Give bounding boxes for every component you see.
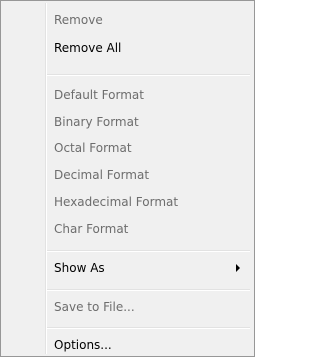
- menu-separator: [47, 250, 250, 252]
- menu-item-remove: Remove: [54, 13, 103, 27]
- menu-item-char-format: Char Format: [54, 222, 129, 236]
- menu-item-octal-format: Octal Format: [54, 141, 132, 155]
- menu-icon-gutter-divider: [45, 3, 47, 354]
- menu-item-binary-format: Binary Format: [54, 115, 139, 129]
- menu-item-remove-all[interactable]: Remove All: [54, 37, 121, 59]
- menu-item-decimal-format: Decimal Format: [54, 168, 150, 182]
- menu-item-hexadecimal-format: Hexadecimal Format: [54, 195, 179, 209]
- menu-separator: [47, 289, 250, 291]
- menu-item-options[interactable]: Options...: [54, 334, 112, 356]
- menu-separator: [47, 327, 250, 329]
- context-menu: Remove Remove All Default Format Binary …: [0, 0, 255, 357]
- menu-separator: [47, 74, 250, 76]
- menu-item-default-format: Default Format: [54, 88, 144, 102]
- menu-item-save-to-file: Save to File...: [54, 300, 135, 314]
- menu-item-show-as[interactable]: Show As: [54, 257, 105, 279]
- chevron-right-icon: [236, 264, 240, 272]
